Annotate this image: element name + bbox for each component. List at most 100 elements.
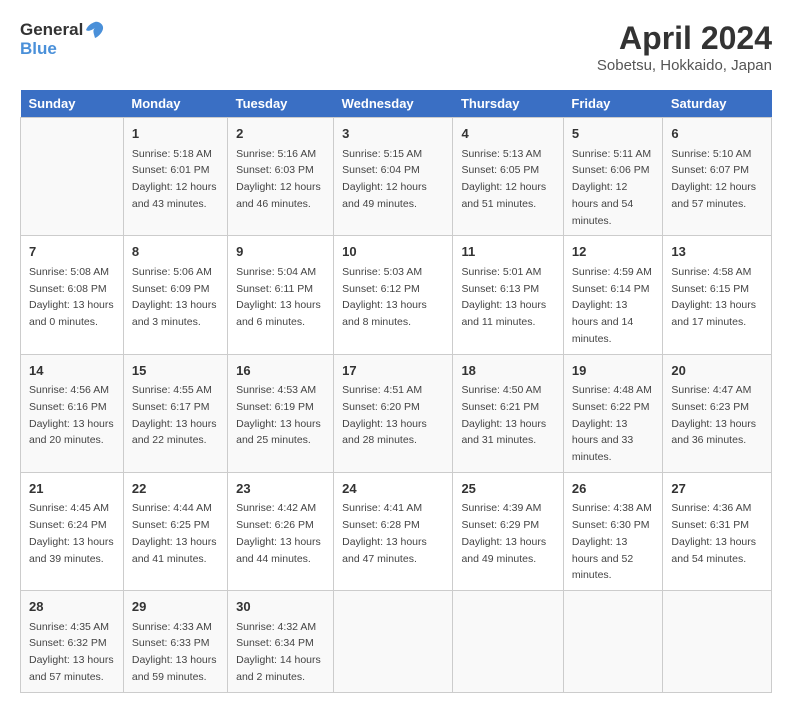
day-number: 21 xyxy=(29,479,115,499)
sunset-info: Sunset: 6:01 PM xyxy=(132,164,210,176)
sunrise-info: Sunrise: 5:11 AM xyxy=(572,148,651,160)
daylight-info: Daylight: 13 hours and 20 minutes. xyxy=(29,418,114,447)
sunset-info: Sunset: 6:25 PM xyxy=(132,519,210,531)
sunset-info: Sunset: 6:24 PM xyxy=(29,519,107,531)
day-number: 19 xyxy=(572,361,655,381)
daylight-info: Daylight: 12 hours and 43 minutes. xyxy=(132,181,217,210)
sunset-info: Sunset: 6:33 PM xyxy=(132,637,210,649)
daylight-info: Daylight: 13 hours and 3 minutes. xyxy=(132,299,217,328)
sunset-info: Sunset: 6:30 PM xyxy=(572,519,650,531)
daylight-info: Daylight: 13 hours and 47 minutes. xyxy=(342,536,427,565)
day-number: 6 xyxy=(671,124,763,144)
day-cell: 16 Sunrise: 4:53 AM Sunset: 6:19 PM Dayl… xyxy=(228,354,334,472)
day-cell: 24 Sunrise: 4:41 AM Sunset: 6:28 PM Dayl… xyxy=(334,472,453,590)
day-cell xyxy=(334,591,453,693)
day-number: 13 xyxy=(671,242,763,262)
sunrise-info: Sunrise: 4:35 AM xyxy=(29,621,109,633)
sunrise-info: Sunrise: 5:03 AM xyxy=(342,266,422,278)
sunset-info: Sunset: 6:31 PM xyxy=(671,519,749,531)
main-title: April 2024 xyxy=(597,20,772,57)
week-row-3: 14 Sunrise: 4:56 AM Sunset: 6:16 PM Dayl… xyxy=(21,354,772,472)
sunset-info: Sunset: 6:06 PM xyxy=(572,164,650,176)
sunset-info: Sunset: 6:15 PM xyxy=(671,283,749,295)
day-number: 27 xyxy=(671,479,763,499)
daylight-info: Daylight: 13 hours and 33 minutes. xyxy=(572,418,633,464)
sunrise-info: Sunrise: 4:58 AM xyxy=(671,266,751,278)
daylight-info: Daylight: 13 hours and 44 minutes. xyxy=(236,536,321,565)
header-cell-monday: Monday xyxy=(123,90,227,118)
day-number: 2 xyxy=(236,124,325,144)
sunrise-info: Sunrise: 4:41 AM xyxy=(342,502,422,514)
daylight-info: Daylight: 14 hours and 2 minutes. xyxy=(236,654,321,683)
sunrise-info: Sunrise: 5:06 AM xyxy=(132,266,212,278)
sunset-info: Sunset: 6:21 PM xyxy=(461,401,539,413)
daylight-info: Daylight: 13 hours and 22 minutes. xyxy=(132,418,217,447)
daylight-info: Daylight: 13 hours and 41 minutes. xyxy=(132,536,217,565)
daylight-info: Daylight: 13 hours and 36 minutes. xyxy=(671,418,756,447)
sunrise-info: Sunrise: 5:15 AM xyxy=(342,148,422,160)
sunset-info: Sunset: 6:20 PM xyxy=(342,401,420,413)
sunrise-info: Sunrise: 4:44 AM xyxy=(132,502,212,514)
daylight-info: Daylight: 12 hours and 51 minutes. xyxy=(461,181,546,210)
sunrise-info: Sunrise: 4:47 AM xyxy=(671,384,751,396)
day-cell: 7 Sunrise: 5:08 AM Sunset: 6:08 PM Dayli… xyxy=(21,236,124,354)
sunset-info: Sunset: 6:03 PM xyxy=(236,164,314,176)
sunrise-info: Sunrise: 4:50 AM xyxy=(461,384,541,396)
day-cell: 25 Sunrise: 4:39 AM Sunset: 6:29 PM Dayl… xyxy=(453,472,563,590)
day-number: 4 xyxy=(461,124,554,144)
header-cell-thursday: Thursday xyxy=(453,90,563,118)
header-cell-wednesday: Wednesday xyxy=(334,90,453,118)
sunrise-info: Sunrise: 5:01 AM xyxy=(461,266,541,278)
day-number: 25 xyxy=(461,479,554,499)
day-number: 24 xyxy=(342,479,444,499)
day-cell: 5 Sunrise: 5:11 AM Sunset: 6:06 PM Dayli… xyxy=(563,118,663,236)
day-cell: 22 Sunrise: 4:44 AM Sunset: 6:25 PM Dayl… xyxy=(123,472,227,590)
daylight-info: Daylight: 13 hours and 17 minutes. xyxy=(671,299,756,328)
sunrise-info: Sunrise: 4:55 AM xyxy=(132,384,212,396)
sunrise-info: Sunrise: 4:33 AM xyxy=(132,621,212,633)
day-number: 11 xyxy=(461,242,554,262)
day-number: 5 xyxy=(572,124,655,144)
week-row-2: 7 Sunrise: 5:08 AM Sunset: 6:08 PM Dayli… xyxy=(21,236,772,354)
sunrise-info: Sunrise: 5:13 AM xyxy=(461,148,541,160)
day-number: 14 xyxy=(29,361,115,381)
day-number: 28 xyxy=(29,597,115,617)
header-cell-sunday: Sunday xyxy=(21,90,124,118)
sunset-info: Sunset: 6:28 PM xyxy=(342,519,420,531)
day-number: 17 xyxy=(342,361,444,381)
daylight-info: Daylight: 13 hours and 57 minutes. xyxy=(29,654,114,683)
logo: General Blue xyxy=(20,20,105,59)
day-cell: 27 Sunrise: 4:36 AM Sunset: 6:31 PM Dayl… xyxy=(663,472,772,590)
day-cell: 8 Sunrise: 5:06 AM Sunset: 6:09 PM Dayli… xyxy=(123,236,227,354)
day-number: 15 xyxy=(132,361,219,381)
sunrise-info: Sunrise: 5:04 AM xyxy=(236,266,316,278)
day-cell: 28 Sunrise: 4:35 AM Sunset: 6:32 PM Dayl… xyxy=(21,591,124,693)
day-cell: 10 Sunrise: 5:03 AM Sunset: 6:12 PM Dayl… xyxy=(334,236,453,354)
sunset-info: Sunset: 6:08 PM xyxy=(29,283,107,295)
daylight-info: Daylight: 13 hours and 14 minutes. xyxy=(572,299,633,345)
day-number: 1 xyxy=(132,124,219,144)
week-row-4: 21 Sunrise: 4:45 AM Sunset: 6:24 PM Dayl… xyxy=(21,472,772,590)
sunset-info: Sunset: 6:12 PM xyxy=(342,283,420,295)
day-cell: 15 Sunrise: 4:55 AM Sunset: 6:17 PM Dayl… xyxy=(123,354,227,472)
sunset-info: Sunset: 6:04 PM xyxy=(342,164,420,176)
daylight-info: Daylight: 13 hours and 0 minutes. xyxy=(29,299,114,328)
week-row-1: 1 Sunrise: 5:18 AM Sunset: 6:01 PM Dayli… xyxy=(21,118,772,236)
day-number: 30 xyxy=(236,597,325,617)
day-number: 29 xyxy=(132,597,219,617)
day-cell: 11 Sunrise: 5:01 AM Sunset: 6:13 PM Dayl… xyxy=(453,236,563,354)
daylight-info: Daylight: 13 hours and 8 minutes. xyxy=(342,299,427,328)
daylight-info: Daylight: 13 hours and 6 minutes. xyxy=(236,299,321,328)
daylight-info: Daylight: 13 hours and 49 minutes. xyxy=(461,536,546,565)
sunrise-info: Sunrise: 4:48 AM xyxy=(572,384,652,396)
sunrise-info: Sunrise: 4:42 AM xyxy=(236,502,316,514)
sunrise-info: Sunrise: 5:10 AM xyxy=(671,148,751,160)
day-cell: 17 Sunrise: 4:51 AM Sunset: 6:20 PM Dayl… xyxy=(334,354,453,472)
logo-bird-icon xyxy=(85,20,105,40)
day-cell: 29 Sunrise: 4:33 AM Sunset: 6:33 PM Dayl… xyxy=(123,591,227,693)
day-number: 12 xyxy=(572,242,655,262)
sunrise-info: Sunrise: 4:59 AM xyxy=(572,266,652,278)
day-cell: 12 Sunrise: 4:59 AM Sunset: 6:14 PM Dayl… xyxy=(563,236,663,354)
day-number: 16 xyxy=(236,361,325,381)
sunrise-info: Sunrise: 4:39 AM xyxy=(461,502,541,514)
